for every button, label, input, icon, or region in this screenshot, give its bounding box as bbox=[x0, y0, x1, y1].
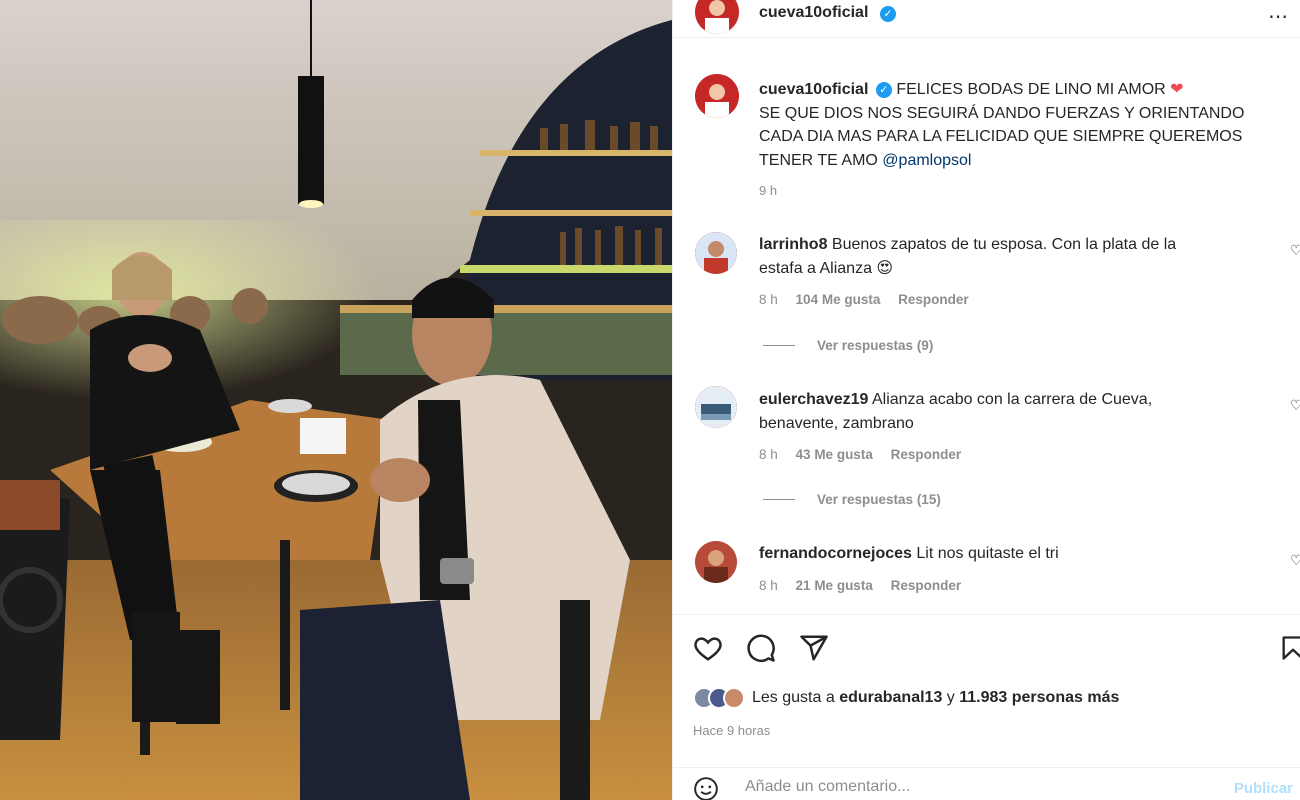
comment-like-heart-icon[interactable]: ♡ bbox=[1290, 242, 1300, 259]
emoji-icon[interactable] bbox=[693, 776, 719, 800]
comment-time: 8 h bbox=[759, 578, 778, 593]
bookmark-icon[interactable] bbox=[1279, 633, 1300, 663]
comment-text-line-1: Buenos zapatos de tu esposa. Con la plat… bbox=[831, 236, 1177, 253]
comment-like-heart-icon[interactable]: ♡ bbox=[1290, 397, 1300, 414]
comment-reply-button[interactable]: Responder bbox=[891, 447, 962, 462]
avatar-image bbox=[695, 0, 739, 34]
caption-line-3: CADA DIA MAS PARA LA FELICIDAD QUE SIEMP… bbox=[759, 128, 1243, 145]
comment-likes[interactable]: 43 Me gusta bbox=[796, 447, 873, 462]
post-actions-section: Les gusta a edurabanal13 y 11.983 person… bbox=[673, 614, 1300, 800]
red-heart-icon: ❤ bbox=[1170, 81, 1184, 98]
author-avatar[interactable] bbox=[695, 0, 739, 34]
replies-divider bbox=[763, 499, 795, 500]
comment-meta: 8 h 21 Me gusta Responder bbox=[759, 578, 975, 593]
caption-line-4: TENER TE AMO bbox=[759, 151, 878, 169]
post-photo[interactable] bbox=[0, 0, 672, 800]
posted-ago: Hace 9 horas bbox=[693, 723, 771, 738]
comment-text-line-2: benavente, zambrano bbox=[759, 414, 914, 432]
restaurant-photo bbox=[0, 0, 672, 800]
verified-badge-icon: ✓ bbox=[875, 81, 892, 98]
view-replies-label: Ver respuestas (9) bbox=[817, 338, 934, 353]
comment-username[interactable]: eulerchavez19 bbox=[759, 391, 868, 408]
post-caption: cueva10oficial ✓ FELICES BODAS DE LINO M… bbox=[759, 78, 1279, 172]
comment-icon[interactable] bbox=[746, 633, 776, 663]
comment-reply-button[interactable]: Responder bbox=[898, 292, 969, 307]
caption-avatar[interactable] bbox=[695, 74, 739, 118]
comment-time: 8 h bbox=[759, 447, 778, 462]
post-header: cueva10oficial ✓ ⋯ bbox=[673, 0, 1300, 38]
comment-input[interactable]: Añade un comentario... bbox=[745, 778, 910, 796]
comment-body: eulerchavez19 Alianza acabo con la carre… bbox=[759, 388, 1259, 435]
comment-body: larrinho8 Buenos zapatos de tu esposa. C… bbox=[759, 233, 1259, 280]
caption-mention-link[interactable]: @pamlopsol bbox=[882, 152, 971, 169]
more-icon[interactable]: ⋯ bbox=[1268, 4, 1289, 29]
comment-username[interactable]: fernandocornejoces bbox=[759, 545, 912, 562]
comment-time: 8 h bbox=[759, 292, 778, 307]
comment-likes[interactable]: 104 Me gusta bbox=[796, 292, 881, 307]
post-details-panel: cueva10oficial ✓ ⋯ cueva10oficial ✓ FELI… bbox=[672, 0, 1300, 800]
comment-avatar[interactable] bbox=[695, 386, 737, 428]
heart-icon[interactable] bbox=[693, 633, 723, 663]
replies-divider bbox=[763, 345, 795, 346]
likes-user[interactable]: edurabanal13 bbox=[839, 689, 942, 706]
comment-text-line-1: Lit nos quitaste el tri bbox=[916, 545, 1059, 562]
likes-joiner: y bbox=[946, 689, 955, 706]
comment-avatar[interactable] bbox=[695, 232, 737, 274]
publish-button[interactable]: Publicar bbox=[1234, 780, 1293, 797]
add-comment-bar: Añade un comentario... Publicar bbox=[673, 767, 1300, 800]
comment-avatar[interactable] bbox=[695, 541, 737, 583]
header-username[interactable]: cueva10oficial bbox=[759, 4, 868, 22]
caption-line-2: SE QUE DIOS NOS SEGUIRÁ DANDO FUERZAS Y … bbox=[759, 104, 1245, 122]
caption-time: 9 h bbox=[759, 183, 778, 198]
comment-likes[interactable]: 21 Me gusta bbox=[796, 578, 873, 593]
comment-username[interactable]: larrinho8 bbox=[759, 236, 827, 253]
comment-text-line-1: Alianza acabo con la carrera de Cueva, bbox=[871, 391, 1153, 408]
view-replies-button[interactable]: Ver respuestas (9) bbox=[763, 338, 933, 353]
avatar-image bbox=[695, 386, 737, 428]
likes-summary[interactable]: Les gusta a edurabanal13 y 11.983 person… bbox=[693, 687, 1119, 709]
comment-body: fernandocornejoces Lit nos quitaste el t… bbox=[759, 542, 1259, 566]
likes-text: Les gusta a edurabanal13 y 11.983 person… bbox=[752, 689, 1119, 707]
caption-username[interactable]: cueva10oficial bbox=[759, 81, 868, 98]
comment-meta: 8 h 43 Me gusta Responder bbox=[759, 447, 975, 462]
liker-avatar bbox=[723, 687, 745, 709]
comment-text-line-2: estafa a Alianza bbox=[759, 259, 872, 277]
likes-others[interactable]: 11.983 personas más bbox=[959, 689, 1119, 706]
avatar-image bbox=[695, 232, 737, 274]
likes-prefix: Les gusta a bbox=[752, 689, 835, 706]
avatar-image bbox=[695, 74, 739, 118]
comment-like-heart-icon[interactable]: ♡ bbox=[1290, 552, 1300, 569]
avatar-image bbox=[695, 541, 737, 583]
share-icon[interactable] bbox=[799, 633, 829, 663]
caption-line-1: FELICES BODAS DE LINO MI AMOR bbox=[896, 81, 1166, 98]
heart-eyes-emoji: 😍 bbox=[876, 259, 894, 277]
comment-reply-button[interactable]: Responder bbox=[891, 578, 962, 593]
verified-badge-icon: ✓ bbox=[880, 6, 896, 22]
view-replies-button[interactable]: Ver respuestas (15) bbox=[763, 492, 941, 507]
comment-meta: 8 h 104 Me gusta Responder bbox=[759, 292, 983, 307]
view-replies-label: Ver respuestas (15) bbox=[817, 492, 941, 507]
